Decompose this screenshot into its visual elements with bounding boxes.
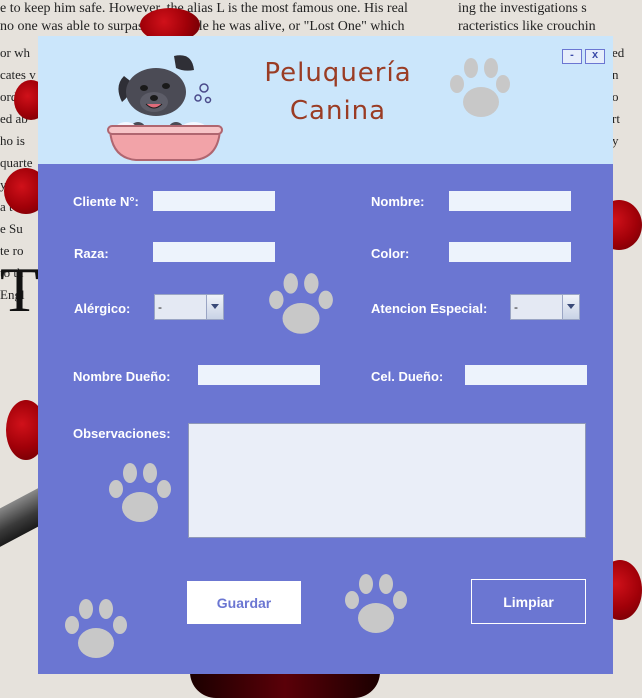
minimize-button[interactable]: - [562, 49, 582, 64]
cliente-label: Cliente N°: [73, 194, 139, 209]
raza-label: Raza: [74, 246, 109, 261]
background-text-top-right: ing the investigations s racteristics li… [458, 0, 642, 36]
cel-dueno-input[interactable] [465, 365, 587, 385]
observaciones-textarea[interactable] [188, 423, 586, 538]
atencion-especial-select[interactable]: - [510, 294, 580, 320]
background-text-line: e to keep him safe. However, the alias L… [0, 1, 408, 16]
limpiar-button[interactable]: Limpiar [471, 579, 586, 624]
nombre-dueno-input[interactable] [198, 365, 320, 385]
background-text-line: e Su [0, 221, 23, 236]
color-input[interactable] [449, 242, 571, 262]
cliente-input[interactable] [153, 191, 275, 211]
close-button[interactable]: x [585, 49, 605, 64]
app-window: Peluquería Canina - x Cliente N°: Nombre… [38, 36, 613, 674]
cel-dueno-label: Cel. Dueño: [371, 369, 444, 384]
color-label: Color: [371, 246, 410, 261]
background-text-line: y [612, 133, 619, 148]
background-shadow [190, 672, 380, 698]
nombre-label: Nombre: [371, 194, 425, 209]
header-banner: Peluquería Canina - x [38, 36, 613, 164]
alergico-selected-value: - [158, 300, 162, 314]
background-text-line: ho is [0, 133, 25, 148]
dog-in-bathtub-logo [107, 55, 223, 161]
background-text-line: or wh [0, 45, 30, 60]
atencion-especial-label: Atencion Especial: [371, 301, 488, 316]
app-title-line2: Canina [289, 96, 387, 126]
paw-icon [65, 599, 127, 658]
background-text-line: n [612, 67, 619, 82]
alergico-label: Alérgico: [74, 301, 131, 316]
background-text-line: no one was able to surpass him while he … [0, 19, 405, 34]
paw-icon [345, 574, 407, 633]
background-text-line: rt [612, 111, 620, 126]
app-title-line1: Peluquería [264, 58, 412, 88]
guardar-button[interactable]: Guardar [187, 581, 301, 624]
background-text-line: ing the investigations s [458, 1, 587, 16]
alergico-select[interactable]: - [154, 294, 224, 320]
background-text-line: ed [612, 45, 625, 60]
observaciones-label: Observaciones: [73, 426, 171, 441]
raza-input[interactable] [153, 242, 275, 262]
atencion-especial-selected-value: - [514, 300, 518, 314]
nombre-input[interactable] [449, 191, 571, 211]
paw-icon [109, 463, 171, 522]
background-big-letter: TF [0, 258, 38, 322]
app-title: Peluquería Canina [218, 54, 458, 130]
nombre-dueno-label: Nombre Dueño: [73, 369, 171, 384]
chevron-down-icon[interactable] [562, 295, 579, 319]
background-text-left: or wh cates v ord hi ed ab ho is quarte … [0, 42, 38, 682]
background-text-top-left: e to keep him safe. However, the alias L… [0, 0, 460, 36]
paw-icon [269, 273, 333, 334]
chevron-down-icon[interactable] [206, 295, 223, 319]
background-text-line: o [612, 89, 619, 104]
background-text-line: racteristics like crouchin [458, 19, 596, 34]
paw-icon [450, 58, 510, 117]
